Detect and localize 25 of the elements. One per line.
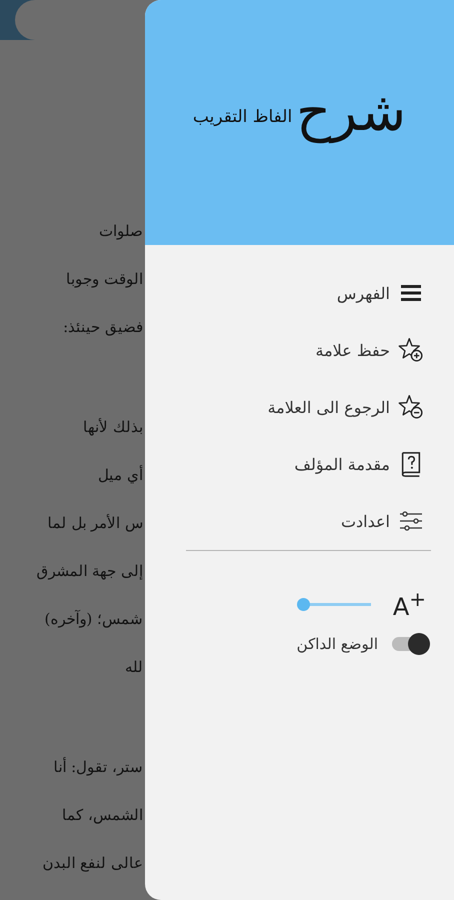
text-line: ستر، تقول: أنا xyxy=(52,756,144,778)
star-plus-icon xyxy=(398,337,424,363)
text-line: صلوات xyxy=(98,221,144,242)
menu-item[interactable]: مقدمة المؤلف xyxy=(145,449,424,479)
slider-thumb[interactable] xyxy=(296,598,310,610)
menu-item[interactable]: الرجوع الى العلامة xyxy=(145,392,424,422)
menu-item[interactable]: حفظ علامة xyxy=(145,335,424,365)
text-line: لله xyxy=(124,657,144,678)
text-line: إلى جهة المشرق xyxy=(35,561,144,582)
text-line: عالى لنفع البدن xyxy=(41,853,144,874)
dark-mode-label: الوضع الداكن xyxy=(296,635,378,653)
text-line: فضيق حينئذ: xyxy=(62,317,144,338)
font-size-slider[interactable] xyxy=(296,598,373,610)
text-line: الوقت وجوبا xyxy=(65,269,144,290)
star-minus-icon xyxy=(398,394,424,420)
text-line: أي ميل xyxy=(97,464,144,486)
logo-subtitle: الفاظ التقريب xyxy=(192,106,292,127)
font-size-label: A$^{+}$ xyxy=(392,587,426,621)
text-line: شمس؛ (وآخره) xyxy=(44,608,144,630)
logo-title: شرح xyxy=(296,80,406,145)
text-line: الشمس، كما xyxy=(61,805,144,826)
menu-item[interactable]: اعدادت xyxy=(145,506,424,536)
menu-item[interactable]: الفهرس xyxy=(145,278,424,308)
text-line: س الأمر بل لما xyxy=(46,513,144,534)
text-line: بذلك لأنها xyxy=(82,417,144,438)
